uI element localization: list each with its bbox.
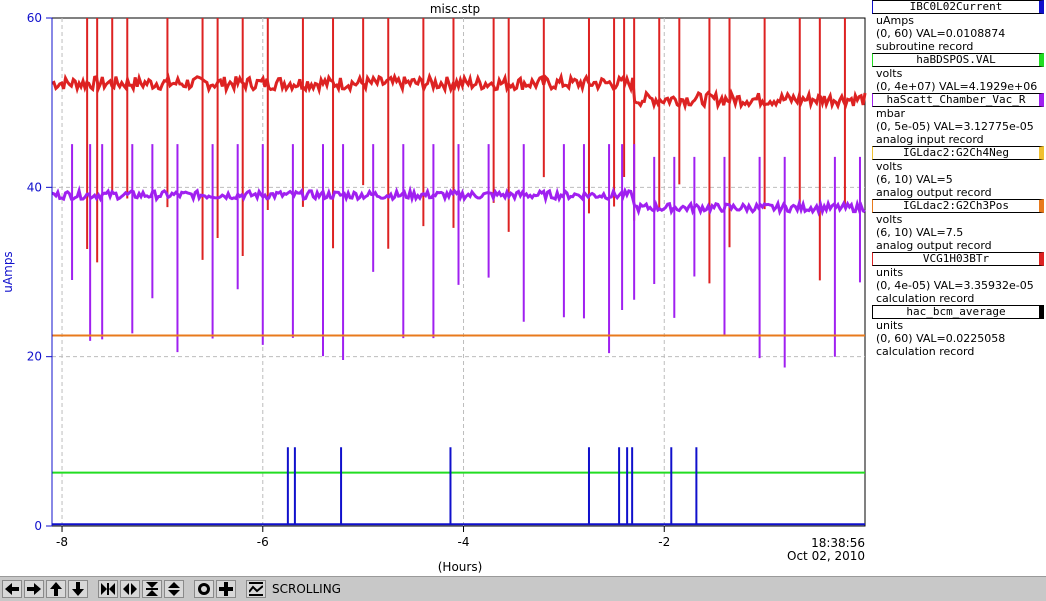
legend: IBC0L02Current uAmps (0, 60) VAL=0.0108874…	[870, 0, 1046, 358]
y-tick-label: 40	[27, 180, 42, 194]
y-tick-label: 60	[27, 11, 42, 25]
end-date-label: Oct 02, 2010	[787, 549, 865, 563]
legend-item[interactable]: haBDSPOS.VAL volts (0, 4e+07) VAL=4.1929e+…	[870, 53, 1046, 93]
legend-units: volts	[876, 67, 903, 80]
y-tick-label: 20	[27, 350, 42, 364]
legend-range-val: (0, 4e+07) VAL=4.1929e+06	[876, 80, 1038, 93]
legend-range-val: (6, 10) VAL=5	[876, 173, 953, 186]
legend-item[interactable]: IBC0L02Current uAmps (0, 60) VAL=0.0108874…	[870, 0, 1046, 53]
legend-item[interactable]: VCG1H03BTr units (0, 4e-05) VAL=3.35932e-0…	[870, 252, 1046, 305]
auto-scale-button[interactable]	[194, 580, 214, 598]
legend-item[interactable]: IGLdac2:G2Ch3Pos volts (6, 10) VAL=7.5 anal…	[870, 199, 1046, 252]
pan-up-button[interactable]	[46, 580, 66, 598]
legend-record: subroutine record	[876, 40, 974, 53]
legend-series-name[interactable]: hac_bcm_average	[872, 305, 1044, 319]
x-axis-label: (Hours)	[438, 560, 483, 574]
legend-record: analog output record	[876, 186, 992, 199]
x-tick-label: -2	[658, 535, 670, 549]
toolbar: SCROLLING	[0, 576, 1046, 601]
legend-record: calculation record	[876, 292, 975, 305]
scroll-mode-icon	[249, 582, 263, 596]
legend-range-val: (6, 10) VAL=7.5	[876, 226, 964, 239]
pan-up-icon	[50, 582, 62, 596]
pan-right-icon	[27, 583, 41, 595]
end-time-label: 18:38:56	[811, 536, 865, 550]
x-tick-label: -4	[458, 535, 470, 549]
auto-scale-icon	[198, 583, 210, 595]
mode-status: SCROLLING	[272, 582, 341, 596]
legend-units: units	[876, 266, 904, 279]
legend-record: analog input record	[876, 133, 984, 146]
legend-record: calculation record	[876, 345, 975, 358]
legend-series-name[interactable]: IBC0L02Current	[872, 0, 1044, 14]
pan-left-icon	[5, 583, 19, 595]
pan-right-button[interactable]	[24, 580, 44, 598]
y-axis-label: uAmps	[1, 251, 15, 292]
add-button[interactable]	[216, 580, 236, 598]
zoom-out-x-button[interactable]	[120, 580, 140, 598]
pan-down-button[interactable]	[68, 580, 88, 598]
legend-series-name[interactable]: haScatt_Chamber_Vac_R	[872, 93, 1044, 107]
zoom-out-y-icon	[168, 582, 180, 596]
stripchart-plot[interactable]: -8 -6 -4 -2 0 20 40 60 misc.stp uAmps (Hours) 1…	[0, 0, 870, 576]
zoom-out-x-icon	[123, 583, 137, 595]
legend-item[interactable]: IGLdac2:G2Ch4Neg volts (6, 10) VAL=5 analog…	[870, 146, 1046, 199]
legend-series-name[interactable]: VCG1H03BTr	[872, 252, 1044, 266]
legend-units: volts	[876, 160, 903, 173]
add-icon	[219, 582, 233, 596]
chart-title: misc.stp	[430, 2, 480, 16]
legend-series-name[interactable]: IGLdac2:G2Ch3Pos	[872, 199, 1044, 213]
legend-units: mbar	[876, 107, 905, 120]
pan-down-icon	[72, 582, 84, 596]
legend-series-name[interactable]: haBDSPOS.VAL	[872, 53, 1044, 67]
pan-left-button[interactable]	[2, 580, 22, 598]
legend-range-val: (0, 60) VAL=0.0108874	[876, 27, 1006, 40]
legend-units: units	[876, 319, 904, 332]
zoom-in-y-button[interactable]	[142, 580, 162, 598]
legend-item[interactable]: hac_bcm_average units (0, 60) VAL=0.022505…	[870, 305, 1046, 358]
zoom-in-y-icon	[146, 582, 158, 596]
x-tick-label: -6	[257, 535, 269, 549]
zoom-out-y-button[interactable]	[164, 580, 184, 598]
legend-item[interactable]: haScatt_Chamber_Vac_R mbar (0, 5e-05) VAL=…	[870, 93, 1046, 146]
legend-series-name[interactable]: IGLdac2:G2Ch4Neg	[872, 146, 1044, 160]
zoom-in-x-button[interactable]	[98, 580, 118, 598]
y-tick-label: 0	[34, 519, 42, 533]
legend-range-val: (0, 5e-05) VAL=3.12775e-05	[876, 120, 1034, 133]
x-tick-label: -8	[56, 535, 68, 549]
zoom-in-x-icon	[101, 583, 115, 595]
legend-units: volts	[876, 213, 903, 226]
scroll-mode-button[interactable]	[246, 580, 266, 598]
legend-units: uAmps	[876, 14, 914, 27]
legend-range-val: (0, 4e-05) VAL=3.35932e-05	[876, 279, 1034, 292]
legend-record: analog output record	[876, 239, 992, 252]
legend-range-val: (0, 60) VAL=0.0225058	[876, 332, 1006, 345]
